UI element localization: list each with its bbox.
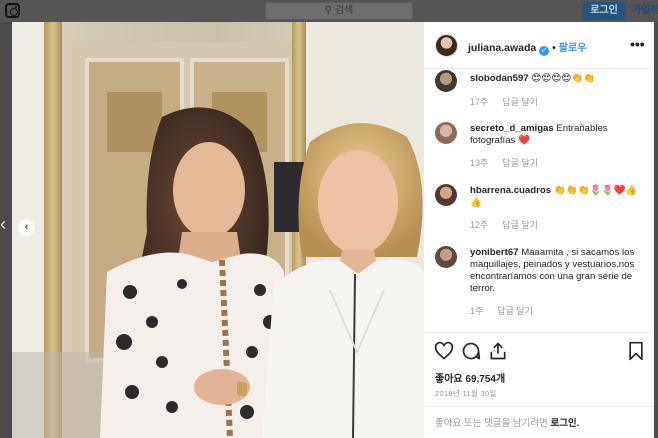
comment-icon[interactable] <box>461 341 481 361</box>
login-prompt-bar: 좋아요 또는 댓글을 남기려면 로그인. <box>424 406 654 438</box>
comment-time[interactable]: 12주 <box>470 220 488 230</box>
comment-body: secreto_d_amigas Entrañables fotografías… <box>470 123 642 147</box>
comment-text: 😍😍😍😍👏👏 <box>531 73 596 84</box>
verified-badge-icon: ✓ <box>539 46 550 56</box>
comment-meta: 1주 답글 달기 <box>470 304 547 317</box>
previous-post-arrow[interactable]: ‹ <box>0 214 10 234</box>
author-info: juliana.awada ✓ • 팔로우 <box>468 39 586 56</box>
author-username[interactable]: juliana.awada <box>468 42 536 54</box>
comment-username[interactable]: secreto_d_amigas <box>470 123 554 134</box>
share-icon[interactable] <box>488 341 508 361</box>
login-button[interactable]: 로그인 <box>583 2 625 20</box>
reply-button[interactable]: 답글 달기 <box>502 158 538 168</box>
post-side-panel: juliana.awada ✓ • 팔로우 ••• slobodan597 😍😍😍😍👏… <box>424 22 654 438</box>
comment-time[interactable]: 17주 <box>470 97 488 107</box>
more-options-icon[interactable]: ••• <box>630 36 645 52</box>
reply-button[interactable]: 답글 달기 <box>502 97 538 107</box>
comment-username[interactable]: yonibert67 <box>470 247 519 258</box>
search-input[interactable]: ⚲ 검색 <box>265 2 413 20</box>
commenter-avatar[interactable] <box>435 122 457 144</box>
comment-body: yonibert67 Maaamita , si sacamos los maq… <box>470 247 642 295</box>
comment-list: slobodan597 😍😍😍😍👏👏 17주 답글 달기 secreto_d_am… <box>424 70 654 332</box>
post-actions: 좋아요 69,754개 2018년 11월 30일 좋아요 또는 댓글을 남기려… <box>424 332 654 438</box>
commenter-avatar[interactable] <box>435 184 457 206</box>
author-avatar[interactable] <box>435 34 458 57</box>
comment-meta: 17주 답글 달기 <box>470 95 552 108</box>
search-icon: ⚲ <box>324 5 332 16</box>
backdrop-right <box>654 22 658 438</box>
top-navbar: ⚲ 검색 로그인 가입하 <box>0 0 658 22</box>
post-header: juliana.awada ✓ • 팔로우 ••• <box>424 22 654 69</box>
search-placeholder: 검색 <box>334 5 354 16</box>
post-photo[interactable]: ‹ <box>12 22 424 438</box>
signup-button[interactable]: 가입하 <box>632 2 658 20</box>
carousel-prev-icon[interactable]: ‹ <box>18 219 35 236</box>
commenter-avatar[interactable] <box>435 246 457 268</box>
comment-body: hbarrena.cuadros 👏👏👏🌷🌷❤️👍👍 <box>470 185 642 209</box>
comment-username[interactable]: slobodan597 <box>470 73 529 84</box>
login-link[interactable]: 로그인. <box>550 418 579 429</box>
heart-icon[interactable] <box>434 341 454 361</box>
instagram-logo-icon[interactable] <box>5 3 20 18</box>
comment-body: slobodan597 😍😍😍😍👏👏 <box>470 73 642 85</box>
comment-meta: 13주 답글 달기 <box>470 156 552 169</box>
comment-time[interactable]: 13주 <box>470 158 488 168</box>
comment-username[interactable]: hbarrena.cuadros <box>470 185 551 196</box>
likes-count[interactable]: 좋아요 69,754개 <box>435 370 505 385</box>
reply-button[interactable]: 답글 달기 <box>502 220 538 230</box>
photo-image <box>12 22 424 438</box>
reply-button[interactable]: 답글 달기 <box>497 306 533 316</box>
separator-dot: • <box>552 43 556 54</box>
bookmark-icon[interactable] <box>626 341 646 361</box>
post-date[interactable]: 2018년 11월 30일 <box>435 388 497 399</box>
follow-button[interactable]: 팔로우 <box>559 43 587 54</box>
comment-meta: 12주 답글 달기 <box>470 218 552 231</box>
login-prompt-text: 좋아요 또는 댓글을 남기려면 <box>435 418 548 429</box>
commenter-avatar[interactable] <box>435 70 457 92</box>
comment-time[interactable]: 1주 <box>470 306 483 316</box>
